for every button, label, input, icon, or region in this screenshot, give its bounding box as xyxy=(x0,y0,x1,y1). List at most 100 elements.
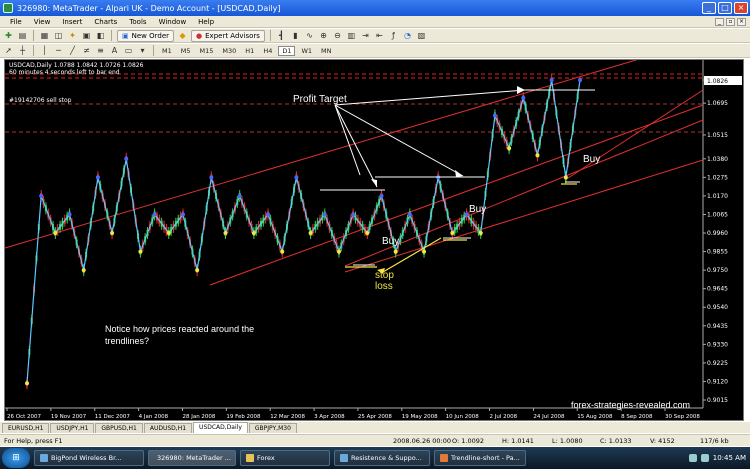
buy-label-3: Buy xyxy=(583,154,601,165)
y-tick-label: 1.0275 xyxy=(707,174,728,181)
mdi-minimize-button[interactable]: _ xyxy=(715,17,724,26)
arrow-icon[interactable]: ▾ xyxy=(137,45,148,56)
taskbar: ⊞ BigPond Wireless Br... 326980: MetaTra… xyxy=(0,447,750,469)
close-button[interactable]: × xyxy=(734,2,748,14)
tab-usdcad[interactable]: USDCAD,Daily xyxy=(193,422,248,433)
tab-gbpusd[interactable]: GBPUSD,H1 xyxy=(95,423,143,433)
y-tick-label: 0.9645 xyxy=(707,286,728,293)
pivot-dot xyxy=(294,175,299,180)
tab-gbpjpy[interactable]: GBPJPY,M30 xyxy=(248,423,297,433)
timeframe-m1[interactable]: M1 xyxy=(159,47,175,55)
menu-file[interactable]: File xyxy=(4,18,28,26)
pivot-dot xyxy=(195,268,200,273)
pivot-dot xyxy=(95,175,100,180)
indicators-icon[interactable]: ƒ xyxy=(388,30,399,41)
label-icon[interactable]: ▭ xyxy=(123,45,134,56)
mdi-controls: _ ▫ × xyxy=(715,17,750,26)
horizontal-line-icon[interactable]: ─ xyxy=(53,45,64,56)
pointer-line xyxy=(334,104,361,176)
timeframe-d1[interactable]: D1 xyxy=(278,45,296,56)
menu-insert[interactable]: Insert xyxy=(56,18,88,26)
periods-icon[interactable]: ◔ xyxy=(402,30,413,41)
x-tick-label: 10 Jun 2008 xyxy=(446,414,480,420)
system-tray: 10:45 AM xyxy=(688,454,750,462)
status-low: L: 1.0080 xyxy=(552,437,583,445)
pivot-dot xyxy=(280,249,285,254)
metaeditor-icon[interactable]: ◆ xyxy=(177,30,188,41)
start-button[interactable]: ⊞ xyxy=(2,448,30,468)
tile-windows-icon[interactable]: ▥ xyxy=(346,30,357,41)
pivot-dot xyxy=(180,212,185,217)
timeframe-w1[interactable]: W1 xyxy=(298,47,315,55)
candlestick-icon[interactable]: ▮ xyxy=(290,30,301,41)
task-resistance[interactable]: Resistence & Suppo... xyxy=(334,450,430,466)
pivot-dot xyxy=(124,156,129,161)
order-label: #19142706 sell stop xyxy=(9,97,72,104)
task-trendline[interactable]: Trendline-short - Pa... xyxy=(434,450,526,466)
menu-view[interactable]: View xyxy=(28,18,57,26)
navigator-icon[interactable]: ✦ xyxy=(67,30,78,41)
x-tick-label: 12 Mar 2008 xyxy=(270,414,305,420)
watermark: forex-strategies-revealed.com xyxy=(571,400,691,410)
price-chart[interactable]: 1.0826 1.0695 1.0515 1.0380 1.0275 1.0170 1.00… xyxy=(4,59,744,421)
status-high: H: 1.0141 xyxy=(502,437,534,445)
chart-shift-icon[interactable]: ⇤ xyxy=(374,30,385,41)
y-tick-label: 0.9960 xyxy=(707,230,728,237)
network-tray-icon[interactable] xyxy=(688,454,697,462)
timeframe-h1[interactable]: H1 xyxy=(242,47,257,55)
menu-tools[interactable]: Tools xyxy=(123,18,152,26)
terminal-icon[interactable]: ▣ xyxy=(81,30,92,41)
tab-usdjpy[interactable]: USDJPY,H1 xyxy=(50,423,95,433)
bar-chart-icon[interactable]: ┫ xyxy=(276,30,287,41)
text-icon[interactable]: A xyxy=(109,45,120,56)
mdi-restore-button[interactable]: ▫ xyxy=(726,17,735,26)
expert-advisors-button[interactable]: ● Expert Advisors xyxy=(191,29,265,42)
y-tick-label: 0.9855 xyxy=(707,249,728,256)
data-window-icon[interactable]: ◫ xyxy=(53,30,64,41)
timeframe-m15[interactable]: M15 xyxy=(197,47,217,55)
cursor-icon[interactable]: ➚ xyxy=(3,45,14,56)
y-tick-label: 1.0170 xyxy=(707,193,728,200)
task-forex[interactable]: Forex xyxy=(240,450,330,466)
profiles-icon[interactable]: ▤ xyxy=(17,30,28,41)
trendline-note: Notice how prices reacted around the tre… xyxy=(105,324,255,346)
tester-icon[interactable]: ◧ xyxy=(95,30,106,41)
new-order-button[interactable]: ▣ New Order xyxy=(117,29,175,42)
volume-icon[interactable] xyxy=(700,454,709,462)
timeframe-m30[interactable]: M30 xyxy=(219,47,239,55)
task-metatrader[interactable]: 326980: MetaTrader ... xyxy=(148,450,236,466)
tab-eurusd[interactable]: EURUSD,H1 xyxy=(2,423,50,433)
menu-window[interactable]: Window xyxy=(153,18,193,26)
status-date: 2008.06.26 00:00 xyxy=(393,437,452,445)
line-chart-icon[interactable]: ∿ xyxy=(304,30,315,41)
y-tick-label: 1.0065 xyxy=(707,211,728,218)
menu-help[interactable]: Help xyxy=(192,18,220,26)
timeframe-m5[interactable]: M5 xyxy=(178,47,194,55)
fibonacci-icon[interactable]: ≡ xyxy=(95,45,106,56)
crosshair-icon[interactable]: ┼ xyxy=(17,45,28,56)
pivot-dot xyxy=(549,78,554,83)
tab-audusd[interactable]: AUDUSD,H1 xyxy=(143,423,193,433)
task-bigpond[interactable]: BigPond Wireless Br... xyxy=(34,450,144,466)
minimize-button[interactable]: _ xyxy=(702,2,716,14)
auto-scroll-icon[interactable]: ⇥ xyxy=(360,30,371,41)
zoom-out-icon[interactable]: ⊖ xyxy=(332,30,343,41)
trendline-icon[interactable]: ╱ xyxy=(67,45,78,56)
y-tick-label: 0.9015 xyxy=(707,397,728,404)
pivot-dot xyxy=(521,95,526,100)
templates-icon[interactable]: ▧ xyxy=(416,30,427,41)
timeframe-mn[interactable]: MN xyxy=(318,47,334,55)
new-chart-icon[interactable]: ✚ xyxy=(3,30,14,41)
vertical-line-icon[interactable]: │ xyxy=(39,45,50,56)
timeframe-h4[interactable]: H4 xyxy=(260,47,275,55)
pivot-dot xyxy=(407,212,412,217)
x-tick-label: 25 Apr 2008 xyxy=(358,414,393,420)
pivot-dot xyxy=(39,193,44,198)
y-tick-label: 0.9540 xyxy=(707,304,728,311)
menu-charts[interactable]: Charts xyxy=(88,18,123,26)
market-watch-icon[interactable]: ▦ xyxy=(39,30,50,41)
channel-icon[interactable]: ≠ xyxy=(81,45,92,56)
zoom-in-icon[interactable]: ⊕ xyxy=(318,30,329,41)
maximize-button[interactable]: □ xyxy=(718,2,732,14)
mdi-close-button[interactable]: × xyxy=(737,17,746,26)
